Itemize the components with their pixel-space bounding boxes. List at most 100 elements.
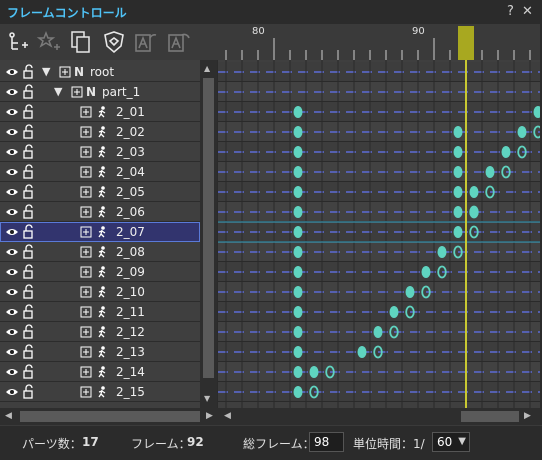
- ruler-label-80: 80: [252, 26, 265, 37]
- expand-plus-icon[interactable]: [80, 222, 92, 242]
- lock-open-icon[interactable]: [22, 62, 34, 82]
- tree-hscroll-thumb[interactable]: [20, 411, 200, 422]
- expand-plus-icon[interactable]: [80, 102, 92, 122]
- expand-plus-icon[interactable]: [80, 282, 92, 302]
- lock-open-icon[interactable]: [22, 202, 34, 222]
- lock-open-icon[interactable]: [22, 282, 34, 302]
- tree-part-row[interactable]: 2_12: [0, 322, 200, 342]
- lock-open-icon[interactable]: [22, 322, 34, 342]
- text-a-icon[interactable]: [133, 29, 159, 55]
- tree-part-row[interactable]: 2_09: [0, 262, 200, 282]
- expand-plus-icon[interactable]: [80, 162, 92, 182]
- tree-part-row[interactable]: 2_06: [0, 202, 200, 222]
- text-a-redo-icon[interactable]: [166, 29, 192, 55]
- expand-plus-icon[interactable]: [80, 342, 92, 362]
- tree-row-label: root: [90, 65, 115, 79]
- lock-open-icon[interactable]: [22, 162, 34, 182]
- scroll-left-icon[interactable]: ◀: [5, 411, 12, 421]
- scroll-up-icon[interactable]: ▲: [204, 64, 210, 73]
- tree-part-row[interactable]: 2_13: [0, 342, 200, 362]
- eye-icon[interactable]: [5, 162, 19, 182]
- timeline-scroll-right-icon[interactable]: ▶: [524, 411, 531, 421]
- help-button[interactable]: ?: [507, 4, 514, 19]
- eye-icon[interactable]: [5, 242, 19, 262]
- lock-open-icon[interactable]: [22, 102, 34, 122]
- eye-icon[interactable]: [5, 222, 19, 242]
- tree-part-row[interactable]: 2_05: [0, 182, 200, 202]
- eye-icon[interactable]: [5, 62, 19, 82]
- eye-icon[interactable]: [5, 282, 19, 302]
- eye-icon[interactable]: [5, 262, 19, 282]
- lock-open-icon[interactable]: [22, 382, 34, 402]
- expand-plus-icon[interactable]: [80, 322, 92, 342]
- lock-open-icon[interactable]: [22, 122, 34, 142]
- eye-icon[interactable]: [5, 122, 19, 142]
- tree-part-row[interactable]: 2_03: [0, 142, 200, 162]
- eye-icon[interactable]: [5, 342, 19, 362]
- eye-icon[interactable]: [5, 102, 19, 122]
- tree-part-row[interactable]: 2_10: [0, 282, 200, 302]
- expand-plus-icon[interactable]: [80, 302, 92, 322]
- eye-icon[interactable]: [5, 82, 19, 102]
- tree-part-row[interactable]: 2_01: [0, 102, 200, 122]
- timeline-horizontal-scrollbar[interactable]: ◀ ▶: [218, 408, 540, 425]
- total-frames-input[interactable]: 98: [309, 432, 344, 452]
- scroll-down-icon[interactable]: ▼: [204, 394, 210, 403]
- tree-row-label: 2_12: [116, 325, 145, 339]
- tree-part-row[interactable]: 2_11: [0, 302, 200, 322]
- timeline-hscroll-thumb[interactable]: [461, 411, 519, 422]
- expand-plus-icon[interactable]: [80, 242, 92, 262]
- tree-part-row[interactable]: 2_04: [0, 162, 200, 182]
- expand-plus-icon[interactable]: [80, 122, 92, 142]
- eye-icon[interactable]: [5, 202, 19, 222]
- tree-scroll-thumb[interactable]: [203, 78, 214, 378]
- lock-open-icon[interactable]: [22, 222, 34, 242]
- expand-plus-icon[interactable]: [80, 382, 92, 402]
- lock-open-icon[interactable]: [22, 182, 34, 202]
- tree-vertical-scrollbar[interactable]: ▲ ▼: [200, 60, 217, 408]
- add-part-icon[interactable]: [5, 29, 31, 55]
- tree-row-label: 2_07: [116, 225, 145, 239]
- close-button[interactable]: ✕: [522, 4, 533, 19]
- keyframe-timeline[interactable]: [218, 60, 540, 408]
- tree-part-row[interactable]: 2_15: [0, 382, 200, 402]
- tree-node-row[interactable]: ▼ Nroot: [0, 62, 200, 82]
- tree-part-row[interactable]: 2_14: [0, 362, 200, 382]
- eye-icon[interactable]: [5, 142, 19, 162]
- keyframe-grid[interactable]: [218, 60, 540, 408]
- expand-toggle-icon[interactable]: ▼: [42, 62, 50, 82]
- eye-icon[interactable]: [5, 322, 19, 342]
- expand-plus-icon[interactable]: [80, 142, 92, 162]
- lock-open-icon[interactable]: [22, 82, 34, 102]
- tree-node-row[interactable]: ▼ Npart_1: [0, 82, 200, 102]
- toolbar: [0, 24, 218, 60]
- tree-part-row[interactable]: 2_08: [0, 242, 200, 262]
- lock-open-icon[interactable]: [22, 242, 34, 262]
- star-icon[interactable]: [36, 29, 62, 55]
- unit-time-select[interactable]: 60 ▼: [432, 432, 470, 452]
- eye-icon[interactable]: [5, 362, 19, 382]
- expand-plus-icon[interactable]: [80, 362, 92, 382]
- lock-open-icon[interactable]: [22, 262, 34, 282]
- lock-open-icon[interactable]: [22, 342, 34, 362]
- copy-icon[interactable]: [68, 29, 94, 55]
- expand-plus-icon[interactable]: [80, 182, 92, 202]
- eye-icon[interactable]: [5, 302, 19, 322]
- lock-open-icon[interactable]: [22, 362, 34, 382]
- timeline-scroll-left-icon[interactable]: ◀: [224, 411, 231, 421]
- tree-row-label: part_1: [102, 85, 141, 99]
- eye-icon[interactable]: [5, 382, 19, 402]
- tree-part-row[interactable]: 2_02: [0, 122, 200, 142]
- expand-plus-icon[interactable]: [80, 262, 92, 282]
- unit-time-label: 単位時間：1/: [353, 437, 425, 451]
- shield-icon[interactable]: [101, 29, 127, 55]
- tree-horizontal-scrollbar[interactable]: ◀ ▶: [0, 408, 218, 425]
- expand-toggle-icon[interactable]: ▼: [54, 82, 62, 102]
- expand-plus-icon[interactable]: [80, 202, 92, 222]
- scroll-right-icon[interactable]: ▶: [206, 411, 213, 421]
- frame-ruler[interactable]: 80 90: [218, 24, 540, 60]
- lock-open-icon[interactable]: [22, 302, 34, 322]
- tree-part-row[interactable]: 2_07: [0, 222, 200, 242]
- lock-open-icon[interactable]: [22, 142, 34, 162]
- eye-icon[interactable]: [5, 182, 19, 202]
